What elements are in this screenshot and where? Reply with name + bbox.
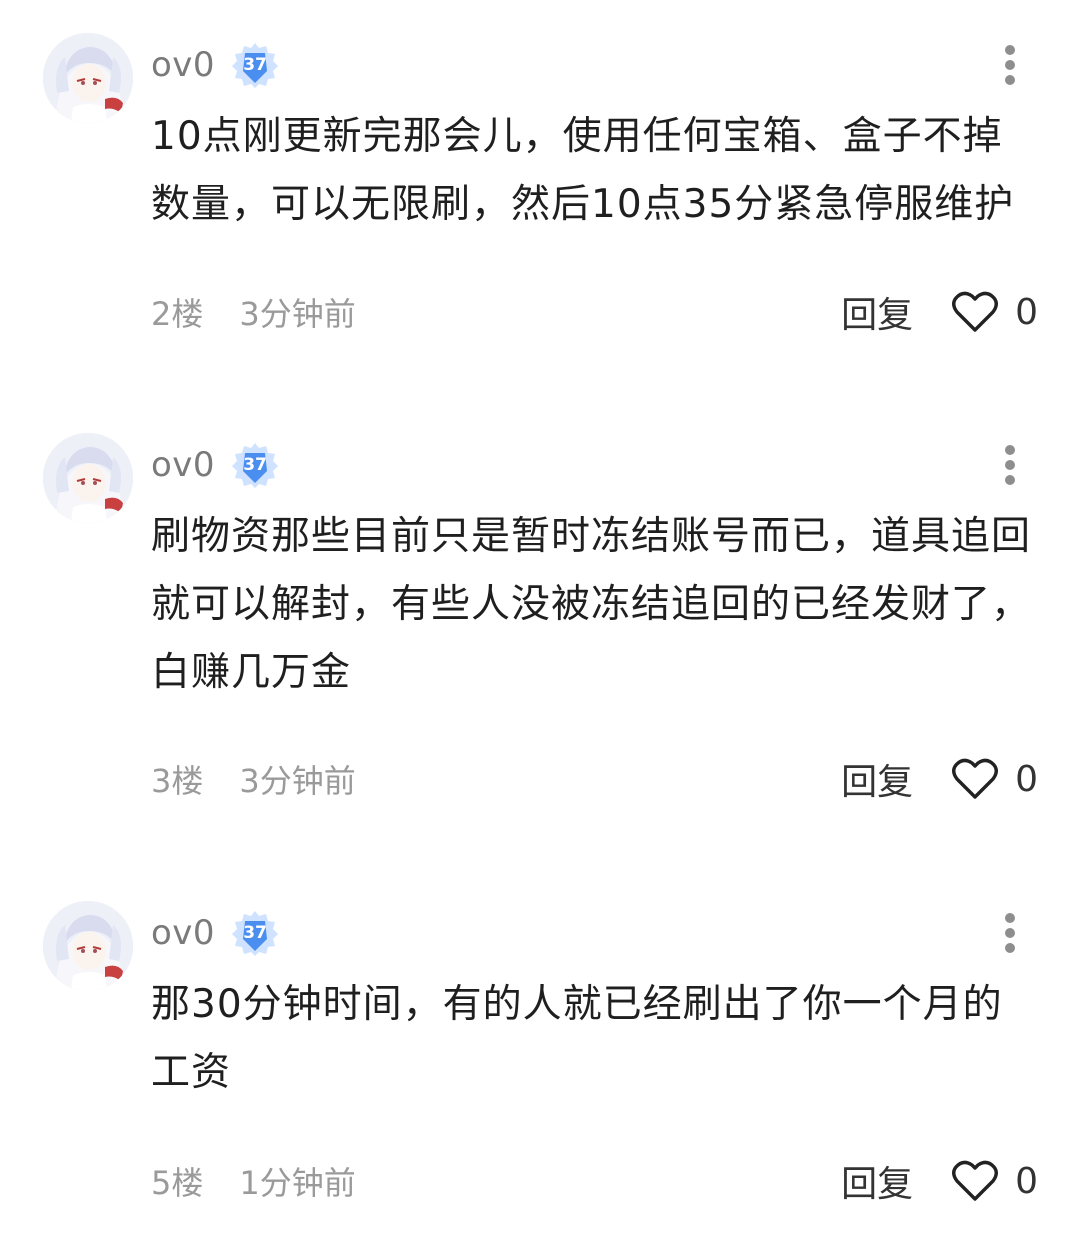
timestamp: 1分钟前 <box>239 1164 356 1202</box>
level-number: 37 <box>243 455 267 475</box>
avatar[interactable] <box>43 901 133 991</box>
level-badge: 37 <box>229 41 281 89</box>
comment-text: 那30分钟时间，有的人就已经刷出了你一个月的工资 <box>151 982 1003 1095</box>
timestamp: 3分钟前 <box>239 762 356 800</box>
like-button[interactable]: 0 <box>951 757 1038 801</box>
reply-button[interactable]: 回复 <box>841 1155 913 1207</box>
comment-actions: 回复 0 <box>841 1156 1038 1206</box>
username[interactable]: ov0 <box>151 913 215 953</box>
avatar[interactable] <box>43 33 133 123</box>
comment-item: ov0 37 10点刚更新完那会儿，使用任何宝箱、盒子不掉数量，可以无限刷，然后… <box>0 33 1080 336</box>
user-info: ov0 37 <box>151 41 281 89</box>
more-vertical-icon[interactable] <box>994 445 1026 485</box>
heart-outline-icon <box>952 758 999 799</box>
floor-number: 5楼 <box>151 1164 204 1202</box>
comment-meta: 2楼 3分钟前 <box>151 287 356 337</box>
level-number: 37 <box>243 55 267 75</box>
user-info: ov0 37 <box>151 441 281 489</box>
comment-meta: 3楼 3分钟前 <box>151 754 356 804</box>
like-button[interactable]: 0 <box>951 1159 1038 1203</box>
like-count: 0 <box>1015 1160 1038 1202</box>
heart-outline-icon <box>952 291 999 332</box>
timestamp: 3分钟前 <box>239 295 356 333</box>
comment-item: ov0 37 刷物资那些目前只是暂时冻结账号而已，道具追回就可以解封，有些人没被… <box>0 433 1080 813</box>
level-number: 37 <box>243 923 267 943</box>
comment-text: 10点刚更新完那会儿，使用任何宝箱、盒子不掉数量，可以无限刷，然后10点35分紧… <box>151 114 1015 227</box>
comment-meta: 5楼 1分钟前 <box>151 1156 356 1206</box>
heart-outline-icon <box>952 1160 999 1201</box>
reply-button[interactable]: 回复 <box>841 286 913 338</box>
floor-number: 3楼 <box>151 762 204 800</box>
avatar[interactable] <box>43 433 133 523</box>
more-vertical-icon[interactable] <box>994 913 1026 953</box>
floor-number: 2楼 <box>151 295 204 333</box>
reply-button[interactable]: 回复 <box>841 753 913 805</box>
comment-actions: 回复 0 <box>841 754 1038 804</box>
comment-text: 刷物资那些目前只是暂时冻结账号而已，道具追回就可以解封，有些人没被冻结追回的已经… <box>151 514 1032 695</box>
username[interactable]: ov0 <box>151 45 215 85</box>
username[interactable]: ov0 <box>151 445 215 485</box>
comment-item: ov0 37 那30分钟时间，有的人就已经刷出了你一个月的工资 5楼 1分钟前 … <box>0 901 1080 1231</box>
user-info: ov0 37 <box>151 909 281 957</box>
level-badge: 37 <box>229 441 281 489</box>
like-count: 0 <box>1015 758 1038 800</box>
level-badge: 37 <box>229 909 281 957</box>
like-button[interactable]: 0 <box>951 290 1038 334</box>
more-vertical-icon[interactable] <box>994 45 1026 85</box>
like-count: 0 <box>1015 291 1038 333</box>
comment-actions: 回复 0 <box>841 287 1038 337</box>
